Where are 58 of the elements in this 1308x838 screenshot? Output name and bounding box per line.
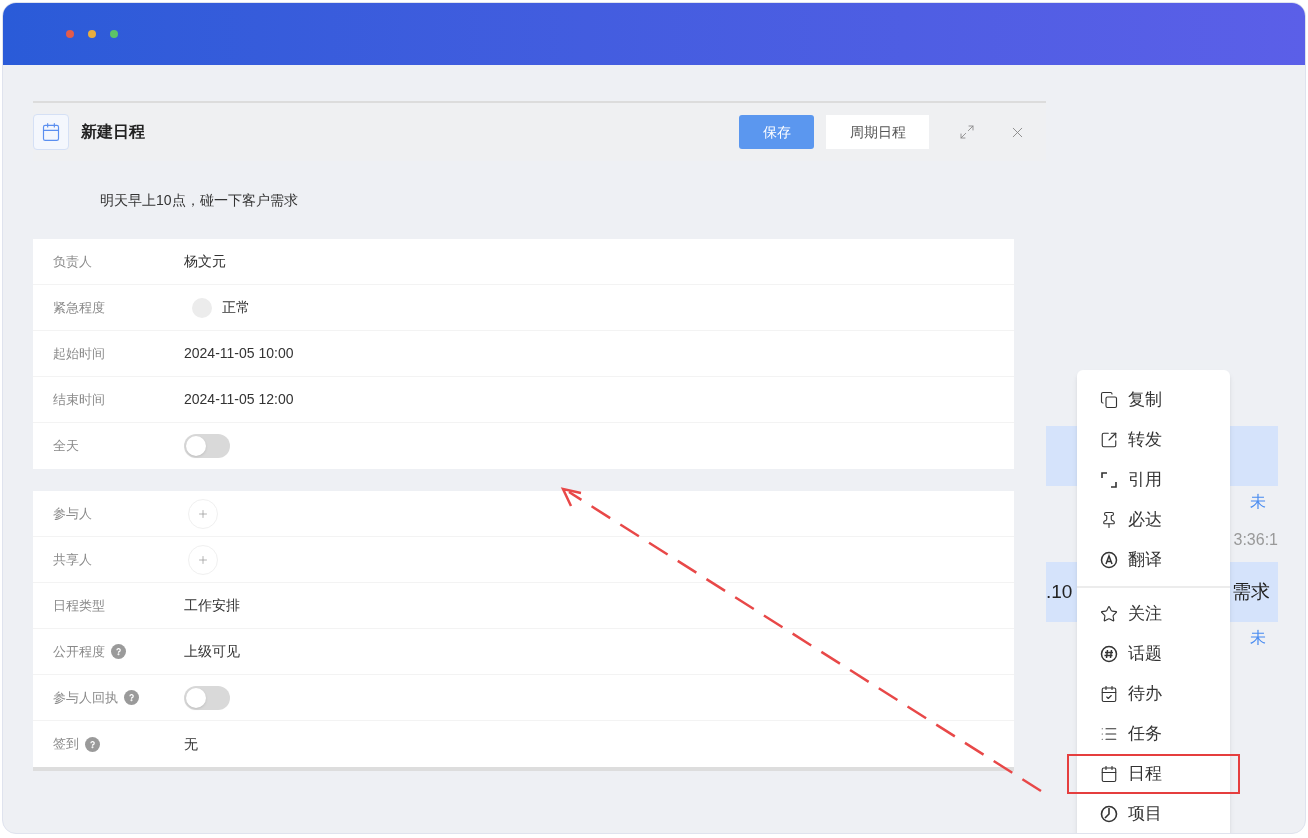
add-button[interactable] [188,498,218,529]
dialog-title: 新建日程 [81,122,145,142]
menu-item[interactable]: 转发 [1077,420,1230,460]
menu-item[interactable]: 任务 [1077,714,1230,754]
menu-item[interactable]: 日程 [1067,754,1240,794]
help-icon[interactable] [85,736,100,752]
field-value: 2024-11-05 12:00 [184,390,294,409]
menu-item[interactable]: 必达 [1077,500,1230,540]
expand-icon[interactable] [959,124,975,140]
pin-icon [1100,511,1118,529]
help-icon[interactable] [124,690,139,705]
menu-item[interactable]: 引用 [1077,460,1230,500]
field-value: 工作安排 [184,596,240,615]
calendar-check-icon [1100,685,1118,703]
hashtag-icon [1100,645,1118,663]
read-status: 未 [1250,628,1267,648]
help-icon[interactable] [111,644,126,659]
clock-icon [1100,805,1118,823]
field-label: 参与人 [53,504,92,523]
message-text: 需求 [1232,579,1270,604]
field-label: 参与人回执 [53,688,118,707]
toggle-switch[interactable] [184,685,230,710]
translate-icon [1100,551,1118,569]
field-label: 负责人 [53,252,92,271]
field-value: 无 [184,734,198,754]
star-icon [1100,605,1118,623]
bracket-icon [1100,471,1118,489]
field-label: 结束时间 [53,390,105,409]
field-value: 2024-11-05 10:00 [184,344,294,363]
add-icon [197,507,209,520]
field-label: 起始时间 [53,344,105,363]
toggle-switch[interactable] [184,434,230,458]
share-icon [1100,431,1118,449]
add-button[interactable] [188,544,218,575]
field-label: 紧急程度 [53,298,105,317]
menu-item[interactable]: 翻译 [1077,540,1230,580]
field-value: 杨文元 [184,252,226,271]
message-text: .10 [1046,579,1073,604]
field-label: 共享人 [53,550,92,569]
calendar-icon [1100,765,1118,783]
message-time: 3:36:1 [1233,530,1278,550]
menu-item[interactable]: 项目 [1077,794,1230,833]
field-value: 正常 [222,298,250,317]
menu-item[interactable]: 待办 [1077,674,1230,714]
list-icon [1100,725,1118,743]
read-status: 未 [1250,492,1267,512]
schedule-subject: 明天早上10点，碰一下客户需求 [100,190,298,210]
field-value: 上级可见 [184,642,240,661]
menu-item[interactable]: 复制 [1077,380,1230,420]
field-label: 公开程度 [53,642,105,661]
field-label: 日程类型 [53,596,105,615]
add-icon [197,553,209,566]
menu-item[interactable]: 话题 [1077,634,1230,674]
menu-item[interactable]: 关注 [1077,594,1230,634]
copy-icon [1100,391,1118,409]
field-label: 全天 [53,437,79,456]
field-label: 签到 [53,735,79,754]
recurring-button[interactable]: 周期日程 [826,115,929,149]
